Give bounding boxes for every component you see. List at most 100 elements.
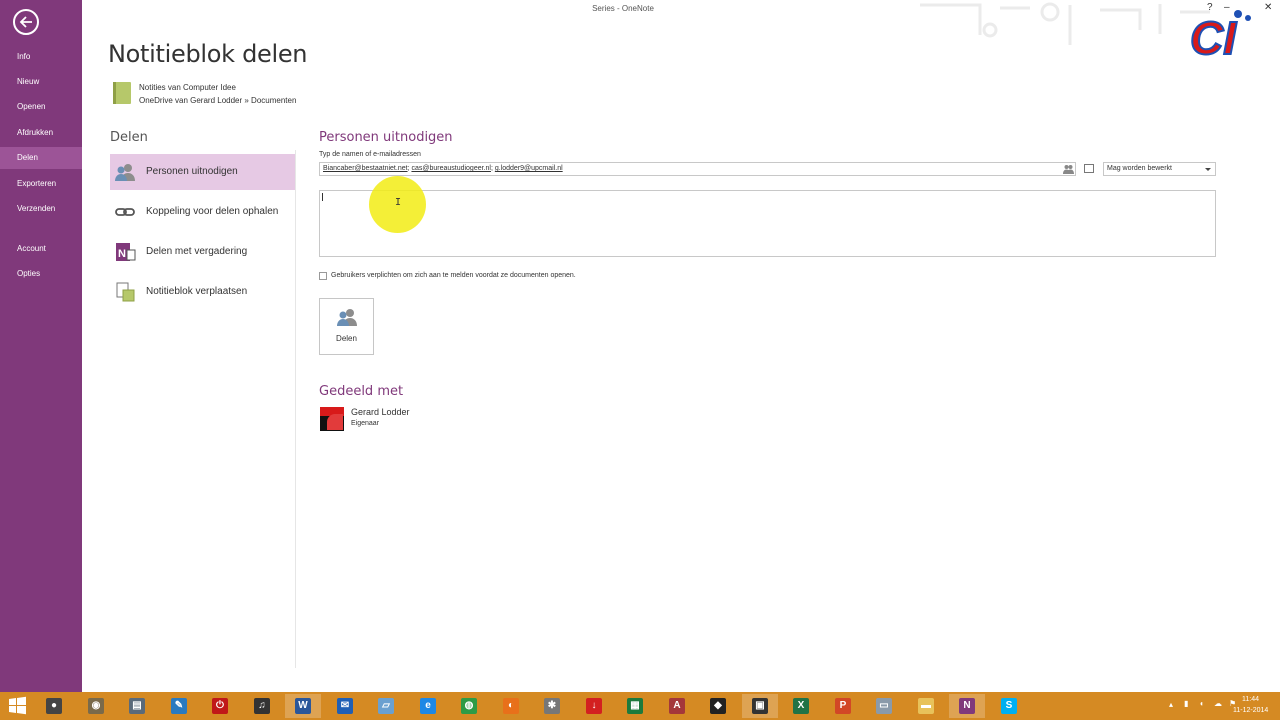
taskbar-app-button[interactable]: ▤ xyxy=(119,694,155,718)
taskbar-app-button[interactable]: ● xyxy=(36,694,72,718)
require-signin-label: Gebruikers verplichten om zich aan te me… xyxy=(331,272,576,279)
tool-app-icon: ✱ xyxy=(544,698,560,714)
taskbar-app-button[interactable]: ✎ xyxy=(161,694,197,718)
shared-person-name: Gerard Lodder xyxy=(351,407,410,417)
taskbar-app-button[interactable]: ◉ xyxy=(78,694,114,718)
onedrive-icon[interactable]: ☁ xyxy=(1214,699,1222,708)
taskbar-app-button[interactable]: P xyxy=(825,694,861,718)
nav-item-info[interactable]: Info xyxy=(0,46,82,68)
explorer-icon: ▬ xyxy=(918,698,934,714)
clock-time[interactable]: 11:44 xyxy=(1242,696,1259,703)
onenote-window: Info Nieuw Openen Afdrukken Delen Export… xyxy=(0,0,1280,692)
power-app-icon: ⏻ xyxy=(212,698,228,714)
taskbar-app-button[interactable]: ✉ xyxy=(327,694,363,718)
chrome-icon: ◍ xyxy=(461,698,477,714)
taskbar-app-button[interactable]: ▣ xyxy=(742,694,778,718)
network-icon[interactable]: ▮ xyxy=(1184,699,1188,708)
taskbar-app-button[interactable]: ▦ xyxy=(617,694,653,718)
link-icon xyxy=(115,208,135,216)
taskbar-app-button[interactable]: S xyxy=(991,694,1027,718)
nav-item-delen[interactable]: Delen xyxy=(0,147,82,169)
option-notitieblok-verplaatsen[interactable]: Notitieblok verplaatsen xyxy=(110,274,295,310)
camera-app-icon: ● xyxy=(46,698,62,714)
nav-item-openen[interactable]: Openen xyxy=(0,96,82,118)
share-button[interactable]: Delen xyxy=(319,298,374,355)
excel-green-icon: ▦ xyxy=(627,698,643,714)
message-textarea[interactable] xyxy=(319,190,1216,257)
invite-panel-title: Personen uitnodigen xyxy=(319,130,453,145)
share-button-label: Delen xyxy=(336,334,357,343)
powerpoint-icon: P xyxy=(835,698,851,714)
back-arrow-icon[interactable] xyxy=(13,9,39,35)
option-label: Notitieblok verplaatsen xyxy=(146,286,248,297)
firefox-icon: ◐ xyxy=(503,698,519,714)
internet-explorer-icon: e xyxy=(420,698,436,714)
recipients-label: Typ de namen of e-mailadressen xyxy=(319,151,421,158)
taskbar-app-button[interactable]: ⏻ xyxy=(202,694,238,718)
taskbar-app-button[interactable]: ▱ xyxy=(368,694,404,718)
skype-icon: S xyxy=(1001,698,1017,714)
monitor-app-icon: ▭ xyxy=(876,698,892,714)
nav-item-verzenden[interactable]: Verzenden xyxy=(0,198,82,220)
notebook-name: Notities van Computer Idee xyxy=(139,83,236,92)
taskbar-app-button[interactable]: X xyxy=(783,694,819,718)
people-icon xyxy=(115,164,135,181)
shared-person-role: Eigenaar xyxy=(351,420,380,427)
download-app-icon: ↓ xyxy=(586,698,602,714)
option-label: Koppeling voor delen ophalen xyxy=(146,206,279,217)
nav-item-afdrukken[interactable]: Afdrukken xyxy=(0,122,82,144)
recipient-1: Biancaber@bestaatniet.net xyxy=(323,165,408,172)
check-names-icon[interactable] xyxy=(1063,164,1074,174)
notebook-path: OneDrive van Gerard Lodder » Documenten xyxy=(139,96,297,105)
computer-idee-logo: CI xyxy=(1189,10,1251,60)
column-divider xyxy=(295,150,296,668)
recipients-input[interactable]: Biancaber@bestaatniet.net; cas@bureaustu… xyxy=(319,162,1076,176)
taskbar: ● ◉ ▤ ✎ ⏻ ♫ W ✉ ▱ e ◍ ◐ ✱ ↓ ▦ A ◆ ▣ X P ▭ ▬ N S ▴ ▮ ◖ ☁ ⚑ 11:44… xyxy=(0,692,1280,720)
taskbar-app-button[interactable]: ◍ xyxy=(451,694,487,718)
nav-item-exporteren[interactable]: Exporteren xyxy=(0,173,82,195)
taskbar-app-button[interactable]: ▭ xyxy=(866,694,902,718)
recipient-2: cas@bureaustudiogeer.nl xyxy=(411,165,491,172)
nav-item-account[interactable]: Account xyxy=(0,238,82,260)
taskbar-app-button[interactable]: ✱ xyxy=(534,694,570,718)
title-bar: Series - OneNote ? – ✕ xyxy=(82,0,1280,45)
require-signin-checkbox[interactable] xyxy=(319,272,327,280)
taskbar-app-button[interactable]: A xyxy=(659,694,695,718)
nav-item-nieuw[interactable]: Nieuw xyxy=(0,71,82,93)
share-section-heading: Delen xyxy=(110,130,148,145)
address-book-icon[interactable] xyxy=(1084,164,1094,173)
notes-app-icon: ▱ xyxy=(378,698,394,714)
taskbar-app-button[interactable]: ◆ xyxy=(700,694,736,718)
taskbar-app-button[interactable]: W xyxy=(285,694,321,718)
taskbar-app-button[interactable]: ♫ xyxy=(244,694,280,718)
option-koppeling-ophalen[interactable]: Koppeling voor delen ophalen xyxy=(110,194,295,230)
excel-icon: X xyxy=(793,698,809,714)
taskbar-app-button[interactable]: ▬ xyxy=(908,694,944,718)
system-tray: ▴ ▮ ◖ ☁ ⚑ xyxy=(1164,692,1244,720)
tray-arrow-icon[interactable]: ▴ xyxy=(1169,700,1173,709)
move-notebook-icon xyxy=(116,282,135,302)
notebook-icon xyxy=(113,82,131,104)
page-title: Notitieblok delen xyxy=(108,40,308,68)
window-title: Series - OneNote xyxy=(592,4,654,13)
clock-date[interactable]: 11-12-2014 xyxy=(1233,707,1268,714)
windows-start-icon[interactable] xyxy=(0,692,34,720)
option-label: Personen uitnodigen xyxy=(146,166,238,177)
taskbar-app-button[interactable]: ↓ xyxy=(576,694,612,718)
outlook-app-icon: ✉ xyxy=(337,698,353,714)
chevron-down-icon xyxy=(1205,168,1211,171)
terminal-app-icon: ▣ xyxy=(752,698,768,714)
shared-with-title: Gedeeld met xyxy=(319,384,404,399)
ibeam-cursor-icon: I xyxy=(395,197,402,208)
folder-app-icon: ▤ xyxy=(129,698,145,714)
taskbar-app-button[interactable]: ◐ xyxy=(493,694,529,718)
nav-item-opties[interactable]: Opties xyxy=(0,263,82,285)
option-personen-uitnodigen[interactable]: Personen uitnodigen xyxy=(110,154,295,190)
taskbar-app-button[interactable]: N xyxy=(949,694,985,718)
option-label: Delen met vergadering xyxy=(146,246,248,257)
volume-icon[interactable]: ◖ xyxy=(1199,699,1204,708)
permission-value: Mag worden bewerkt xyxy=(1107,165,1172,172)
permission-dropdown[interactable]: Mag worden bewerkt xyxy=(1103,162,1216,176)
taskbar-app-button[interactable]: e xyxy=(410,694,446,718)
option-delen-vergadering[interactable]: N Delen met vergadering xyxy=(110,234,295,270)
